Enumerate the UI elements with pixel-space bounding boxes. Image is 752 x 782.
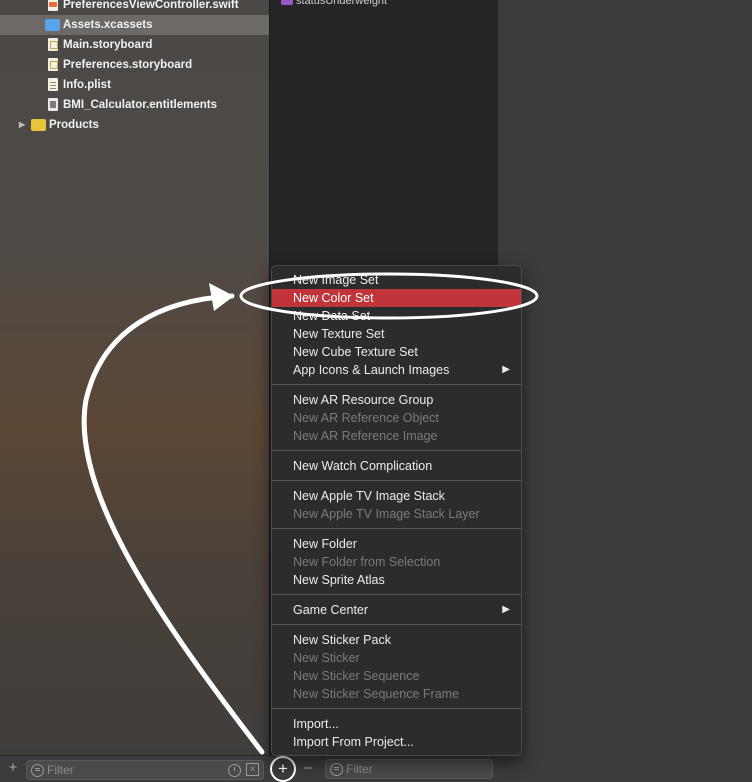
menu-item-label: New Sticker xyxy=(293,651,360,665)
file-label: Preferences.storyboard xyxy=(63,59,193,71)
menu-item-new-sticker-sequence-frame: New Sticker Sequence Frame xyxy=(272,685,521,703)
file-row-info-plist[interactable]: Info.plist xyxy=(0,75,269,95)
asset-label: statusUnderweight xyxy=(296,0,388,7)
plus-icon[interactable]: + xyxy=(6,758,20,778)
scm-icon[interactable]: × xyxy=(246,763,259,776)
menu-item-label: App Icons & Launch Images xyxy=(293,363,450,377)
menu-item-label: New AR Reference Object xyxy=(293,411,439,425)
file-label: BMI_Calculator.entitlements xyxy=(63,99,218,111)
menu-item-label: New AR Reference Image xyxy=(293,429,438,443)
menu-item-new-folder[interactable]: New Folder xyxy=(272,535,521,553)
menu-item-label: New AR Resource Group xyxy=(293,393,434,407)
entitlements-file-icon xyxy=(48,98,58,111)
menu-item-label: New Sticker Pack xyxy=(293,633,391,647)
menu-item-label: New Texture Set xyxy=(293,327,385,341)
menu-item-import[interactable]: Import... xyxy=(272,715,521,733)
menu-item-label: Game Center xyxy=(293,603,369,617)
menu-item-new-apple-tv-image-stack-layer: New Apple TV Image Stack Layer xyxy=(272,505,521,523)
menu-item-new-ar-reference-object: New AR Reference Object xyxy=(272,409,521,427)
add-asset-context-menu: New Image Set New Color Set New Data Set Ne… xyxy=(271,265,522,756)
menu-item-label: New Apple TV Image Stack xyxy=(293,489,445,503)
menu-item-new-sprite-atlas[interactable]: New Sprite Atlas xyxy=(272,571,521,589)
asset-list-filter-bar: + – xyxy=(269,755,498,782)
add-asset-button[interactable]: + xyxy=(270,756,296,782)
menu-separator xyxy=(272,624,521,625)
project-navigator: PreferencesViewController.swift Assets.x… xyxy=(0,0,269,782)
menu-item-new-folder-from-selection: New Folder from Selection xyxy=(272,553,521,571)
menu-separator xyxy=(272,450,521,451)
menu-item-label: Import... xyxy=(293,717,339,731)
filter-icon xyxy=(31,764,44,777)
storyboard-file-icon xyxy=(48,38,58,51)
file-label: Info.plist xyxy=(63,79,111,91)
disclosure-triangle-icon[interactable]: ▶ xyxy=(19,115,25,135)
menu-item-import-from-project[interactable]: Import From Project... xyxy=(272,733,521,751)
file-row-assets-xcassets[interactable]: Assets.xcassets xyxy=(0,15,269,35)
asset-filter-input[interactable] xyxy=(346,760,486,778)
submenu-arrow-icon: ▶ xyxy=(502,364,510,375)
group-label: Products xyxy=(49,119,99,131)
storyboard-file-icon xyxy=(48,58,58,71)
file-row-preferences-storyboard[interactable]: Preferences.storyboard xyxy=(0,55,269,75)
menu-item-label: New Image Set xyxy=(293,273,379,287)
menu-item-label: New Folder xyxy=(293,537,357,551)
navigator-filter-field[interactable]: × xyxy=(26,760,264,780)
menu-separator xyxy=(272,594,521,595)
asset-row-status-underweight[interactable]: statusUnderweight xyxy=(281,0,388,8)
submenu-arrow-icon: ▶ xyxy=(502,604,510,615)
file-label: Main.storyboard xyxy=(63,39,153,51)
menu-separator xyxy=(272,480,521,481)
menu-item-new-color-set[interactable]: New Color Set xyxy=(272,289,521,307)
menu-item-label: New Apple TV Image Stack Layer xyxy=(293,507,480,521)
menu-item-label: New Watch Complication xyxy=(293,459,433,473)
plist-file-icon xyxy=(48,78,58,91)
menu-separator xyxy=(272,708,521,709)
menu-item-new-ar-reference-image: New AR Reference Image xyxy=(272,427,521,445)
asset-catalog-icon xyxy=(45,19,60,31)
menu-item-label: New Data Set xyxy=(293,309,371,323)
asset-filter-field[interactable] xyxy=(325,759,493,779)
menu-item-new-cube-texture-set[interactable]: New Cube Texture Set xyxy=(272,343,521,361)
swift-file-icon xyxy=(48,0,58,11)
navigator-filter-bar: + × xyxy=(0,755,269,782)
folder-icon xyxy=(31,119,46,131)
menu-separator xyxy=(272,384,521,385)
menu-item-new-watch-complication[interactable]: New Watch Complication xyxy=(272,457,521,475)
filter-icon xyxy=(330,763,343,776)
clock-icon[interactable] xyxy=(228,764,241,777)
menu-separator xyxy=(272,528,521,529)
file-label: PreferencesViewController.swift xyxy=(63,0,239,11)
menu-item-new-sticker: New Sticker xyxy=(272,649,521,667)
group-row-products[interactable]: ▶ Products xyxy=(0,115,269,135)
menu-item-new-sticker-pack[interactable]: New Sticker Pack xyxy=(272,631,521,649)
file-row-preferences-view-controller[interactable]: PreferencesViewController.swift xyxy=(0,0,269,15)
menu-item-new-apple-tv-image-stack[interactable]: New Apple TV Image Stack xyxy=(272,487,521,505)
menu-item-label: New Cube Texture Set xyxy=(293,345,418,359)
remove-asset-button[interactable]: – xyxy=(301,756,315,782)
menu-item-label: New Sprite Atlas xyxy=(293,573,385,587)
menu-item-new-sticker-sequence: New Sticker Sequence xyxy=(272,667,521,685)
menu-item-app-icons-launch-images[interactable]: App Icons & Launch Images ▶ xyxy=(272,361,521,379)
menu-item-game-center[interactable]: Game Center ▶ xyxy=(272,601,521,619)
file-label: Assets.xcassets xyxy=(63,19,153,31)
file-row-main-storyboard[interactable]: Main.storyboard xyxy=(0,35,269,55)
navigator-filter-input[interactable] xyxy=(47,761,217,779)
file-row-entitlements[interactable]: BMI_Calculator.entitlements xyxy=(0,95,269,115)
asset-editor-area xyxy=(498,0,752,781)
menu-item-new-ar-resource-group[interactable]: New AR Resource Group xyxy=(272,391,521,409)
menu-item-new-texture-set[interactable]: New Texture Set xyxy=(272,325,521,343)
menu-item-new-image-set[interactable]: New Image Set xyxy=(272,271,521,289)
menu-item-label: New Sticker Sequence xyxy=(293,669,420,683)
color-set-icon xyxy=(281,0,293,5)
menu-item-label: New Sticker Sequence Frame xyxy=(293,687,460,701)
menu-item-new-data-set[interactable]: New Data Set xyxy=(272,307,521,325)
menu-item-label: New Folder from Selection xyxy=(293,555,441,569)
menu-item-label: Import From Project... xyxy=(293,735,414,749)
menu-item-label: New Color Set xyxy=(293,291,374,305)
